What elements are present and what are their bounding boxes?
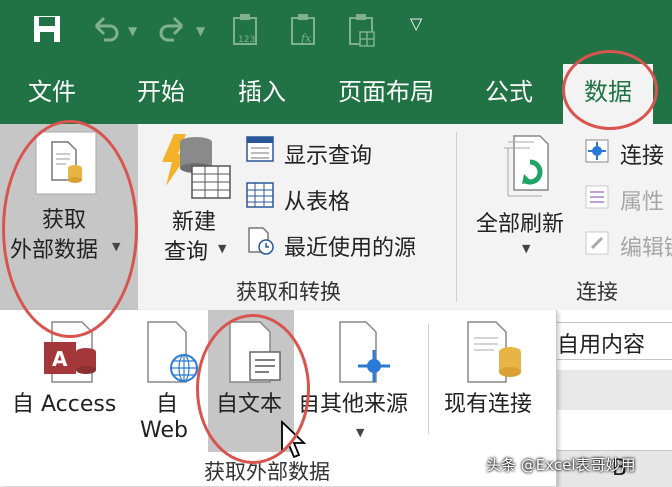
highlight-oval-from-text: [196, 314, 310, 464]
tab-file[interactable]: 文件: [28, 60, 76, 124]
from-web-label-2[interactable]: Web: [140, 418, 188, 443]
highlight-oval-get-external: [2, 120, 138, 338]
properties-button[interactable]: 属性: [620, 184, 664, 216]
svg-text:fx: fx: [300, 32, 312, 45]
clipboard-formula-icon[interactable]: fx: [288, 12, 320, 48]
group-label-connections: 连接: [576, 280, 618, 304]
from-table-button[interactable]: 从表格: [284, 184, 350, 216]
show-queries-button[interactable]: 显示查询: [284, 138, 372, 170]
svg-text:123: 123: [238, 35, 255, 45]
edit-links-button[interactable]: 编辑链: [620, 230, 672, 262]
connections-icon: [584, 138, 610, 164]
redo-dropdown-icon[interactable]: ▼: [196, 24, 205, 38]
refresh-all-button[interactable]: 全部刷新: [476, 206, 564, 238]
recent-sources-button[interactable]: 最近使用的源: [284, 230, 416, 262]
existing-connections-button[interactable]: 现有连接: [444, 386, 532, 418]
tab-home[interactable]: 开始: [137, 60, 185, 124]
group-divider: [456, 132, 457, 302]
new-query-label-2[interactable]: 查询: [164, 234, 208, 266]
other-sources-dropdown-icon[interactable]: ▼: [356, 426, 364, 439]
connections-button[interactable]: 连接: [620, 138, 664, 170]
from-web-label-1[interactable]: 自: [156, 386, 178, 418]
from-table-icon: [246, 182, 274, 208]
tab-insert[interactable]: 插入: [238, 60, 286, 124]
undo-dropdown-icon[interactable]: ▼: [128, 24, 137, 38]
from-other-sources-button[interactable]: 自其他来源: [298, 386, 408, 418]
clipboard-grid-icon[interactable]: [346, 12, 378, 48]
web-icon: [144, 320, 200, 384]
from-access-button[interactable]: 自 Access: [12, 386, 116, 418]
new-query-dropdown-icon[interactable]: ▼: [218, 242, 226, 255]
show-queries-icon: [246, 136, 274, 162]
clipboard-number-icon[interactable]: 123: [230, 12, 262, 48]
tab-page-layout[interactable]: 页面布局: [338, 60, 434, 124]
redo-icon[interactable]: [158, 14, 188, 44]
properties-icon: [584, 184, 610, 210]
refresh-all-dropdown-icon[interactable]: ▼: [522, 242, 530, 255]
existing-connections-icon: [464, 320, 526, 384]
quick-access-toolbar: ▼ ▼ 123 fx ▽: [0, 0, 672, 60]
other-sources-icon: [336, 320, 392, 384]
formula-bar[interactable]: 自用内容: [556, 322, 672, 360]
new-query-icon: [158, 132, 232, 200]
refresh-all-icon: [500, 134, 560, 204]
tab-formulas[interactable]: 公式: [485, 60, 533, 124]
highlight-oval-data-tab: [562, 50, 658, 130]
sheet-row: [556, 370, 672, 410]
customize-qat-icon[interactable]: ▽: [410, 14, 422, 33]
undo-icon[interactable]: [90, 14, 120, 44]
dropdown-divider: [428, 324, 429, 434]
svg-text:A: A: [52, 347, 68, 371]
watermark-text: 头条 @Excel表哥妙用: [486, 456, 636, 474]
edit-links-icon: [584, 230, 610, 256]
new-query-label-1[interactable]: 新建: [172, 204, 216, 236]
recent-sources-icon: [246, 226, 276, 256]
save-icon[interactable]: [32, 14, 62, 44]
group-label-get-transform: 获取和转换: [236, 280, 341, 304]
formula-bar-text: 自用内容: [557, 333, 646, 358]
